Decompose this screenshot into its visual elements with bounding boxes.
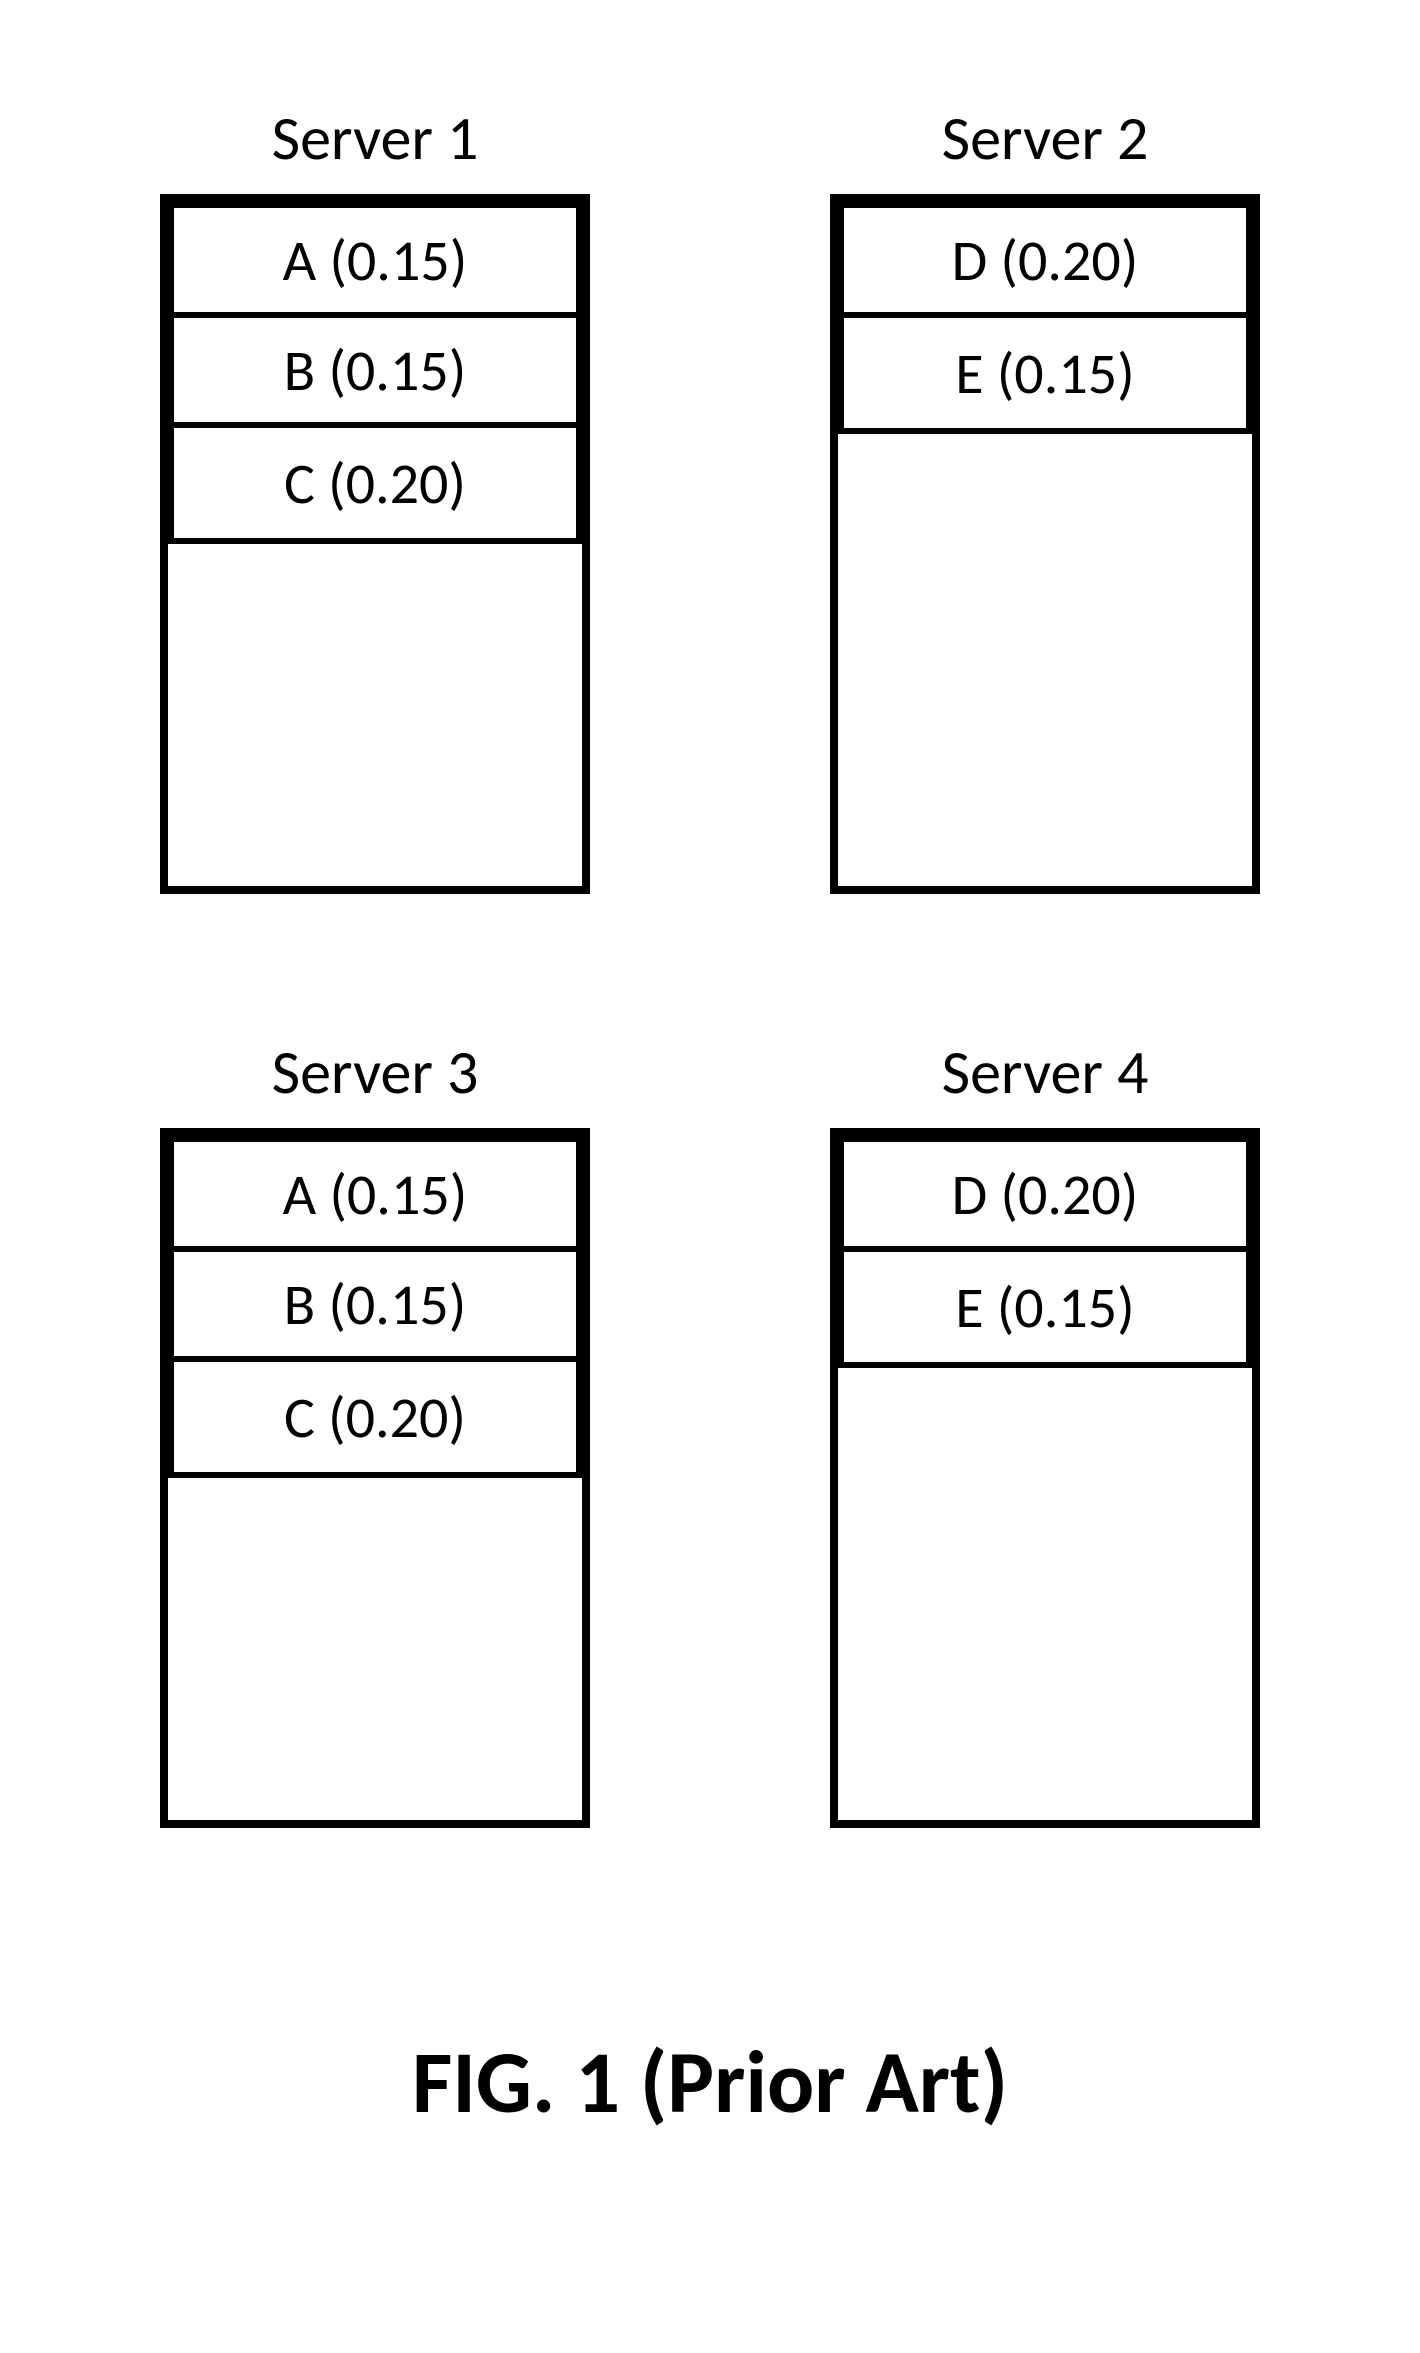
server-1-box: A (0.15) B (0.15) C (0.20) [160,194,590,894]
server-2-title: Server 2 [942,100,1149,176]
server-4-items: D (0.20) E (0.15) [838,1136,1252,1368]
server-3-items: A (0.15) B (0.15) C (0.20) [168,1136,582,1478]
server-1-item-c: C (0.20) [174,428,576,538]
server-3-item-b: B (0.15) [174,1252,576,1362]
server-1-item-b: B (0.15) [174,318,576,428]
server-2-block: Server 2 D (0.20) E (0.15) [830,100,1260,894]
server-2-item-e: E (0.15) [844,318,1246,428]
server-grid: Server 1 A (0.15) B (0.15) C (0.20) Serv… [100,100,1320,1828]
server-2-items: D (0.20) E (0.15) [838,202,1252,434]
server-4-item-e: E (0.15) [844,1252,1246,1362]
server-4-title: Server 4 [942,1034,1149,1110]
server-2-box: D (0.20) E (0.15) [830,194,1260,894]
server-1-block: Server 1 A (0.15) B (0.15) C (0.20) [160,100,590,894]
server-4-box: D (0.20) E (0.15) [830,1128,1260,1828]
server-3-box: A (0.15) B (0.15) C (0.20) [160,1128,590,1828]
server-1-title: Server 1 [272,100,479,176]
server-1-item-a: A (0.15) [174,208,576,318]
server-3-item-a: A (0.15) [174,1142,576,1252]
figure-caption: FIG. 1 (Prior Art) [100,2028,1320,2136]
server-2-item-d: D (0.20) [844,208,1246,318]
server-4-item-d: D (0.20) [844,1142,1246,1252]
server-4-block: Server 4 D (0.20) E (0.15) [830,1034,1260,1828]
server-3-block: Server 3 A (0.15) B (0.15) C (0.20) [160,1034,590,1828]
server-3-item-c: C (0.20) [174,1362,576,1472]
server-3-title: Server 3 [272,1034,479,1110]
diagram-container: Server 1 A (0.15) B (0.15) C (0.20) Serv… [0,0,1420,2136]
server-1-items: A (0.15) B (0.15) C (0.20) [168,202,582,544]
